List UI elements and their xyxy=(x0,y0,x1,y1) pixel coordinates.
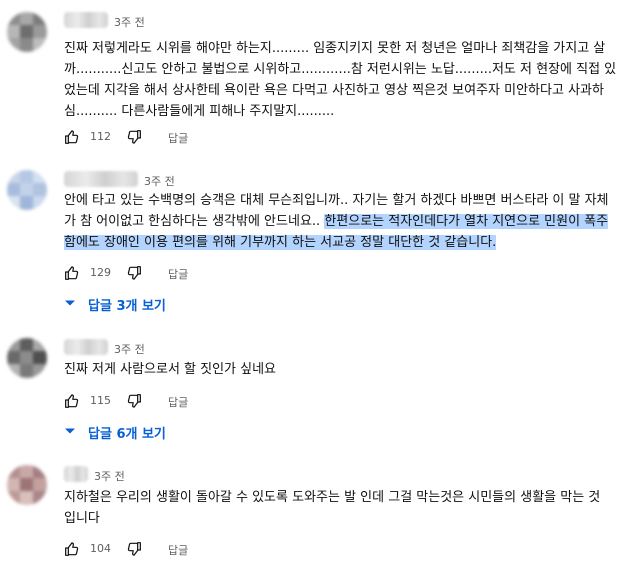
dislike-icon[interactable] xyxy=(126,541,142,557)
comment-text: 진짜 저렇게라도 시위를 해야만 하는지......... 임종지키지 못한 저… xyxy=(64,41,617,119)
comment-timestamp: 3주 전 xyxy=(114,16,145,29)
reply-button[interactable]: 답글 xyxy=(168,266,188,282)
reply-button[interactable]: 답글 xyxy=(168,542,188,558)
comment-actions: 112 답글 xyxy=(64,128,364,148)
dislike-icon[interactable] xyxy=(126,265,142,281)
comment-actions: 104 답글 xyxy=(64,540,364,560)
comment-thread: 3주 전 진짜 저렇게라도 시위를 해야만 하는지......... 임종지키지… xyxy=(0,0,627,160)
chevron-down-icon xyxy=(65,300,75,306)
author-name[interactable] xyxy=(64,466,88,482)
comment-actions: 129 답글 xyxy=(64,264,364,284)
avatar[interactable] xyxy=(7,12,47,52)
like-icon[interactable] xyxy=(64,265,80,281)
like-count: 104 xyxy=(90,542,111,555)
selected-text: 한편으로는 적자인데다가 열차 지연으로 민원이 폭주 xyxy=(324,214,609,229)
comment-text: 지하철은 우리의 생활이 돌아갈 수 있도록 도와주는 발 인데 그걸 막는것은… xyxy=(64,490,601,526)
reply-button[interactable]: 답글 xyxy=(168,130,188,146)
dislike-icon[interactable] xyxy=(126,393,142,409)
like-icon[interactable] xyxy=(64,393,80,409)
selected-text: 함에도 장애인 이용 편의를 위해 기부까지 하는 서교공 정말 대단한 것 같… xyxy=(64,235,497,250)
avatar[interactable] xyxy=(7,338,47,378)
comment-text: 안에 타고 있는 수백명의 승객은 대체 무슨죄입니까.. 자기는 할거 하겠다… xyxy=(64,193,609,250)
comment-actions: 115 답글 xyxy=(64,392,364,412)
dislike-icon[interactable] xyxy=(126,129,142,145)
comment-text: 진짜 저게 사람으로서 할 짓인가 싶네요 xyxy=(64,362,277,377)
avatar[interactable] xyxy=(7,170,47,210)
comment-timestamp: 3주 전 xyxy=(114,343,145,356)
like-count: 115 xyxy=(90,394,111,407)
author-name[interactable] xyxy=(64,339,108,355)
comment-timestamp: 3주 전 xyxy=(94,470,125,483)
comment-thread: 3주 전 지하철은 우리의 생활이 돌아갈 수 있도록 도와주는 발 인데 그걸… xyxy=(0,453,627,571)
like-count: 129 xyxy=(90,266,111,279)
reply-button[interactable]: 답글 xyxy=(168,394,188,410)
avatar[interactable] xyxy=(7,465,47,505)
comment-timestamp: 3주 전 xyxy=(144,175,175,188)
chevron-down-icon xyxy=(65,428,75,434)
author-name[interactable] xyxy=(64,171,138,187)
like-count: 112 xyxy=(90,130,111,143)
like-icon[interactable] xyxy=(64,541,80,557)
comment-thread: 3주 전 안에 타고 있는 수백명의 승객은 대체 무슨죄입니까.. 자기는 할… xyxy=(0,160,627,328)
like-icon[interactable] xyxy=(64,129,80,145)
view-replies-button[interactable]: 답글 3개 보기 xyxy=(64,293,204,315)
comment-thread: 3주 전 진짜 저게 사람으로서 할 짓인가 싶네요 115 답글 답글 6개 … xyxy=(0,328,627,453)
view-replies-button[interactable]: 답글 6개 보기 xyxy=(64,421,204,443)
author-name[interactable] xyxy=(64,12,108,28)
